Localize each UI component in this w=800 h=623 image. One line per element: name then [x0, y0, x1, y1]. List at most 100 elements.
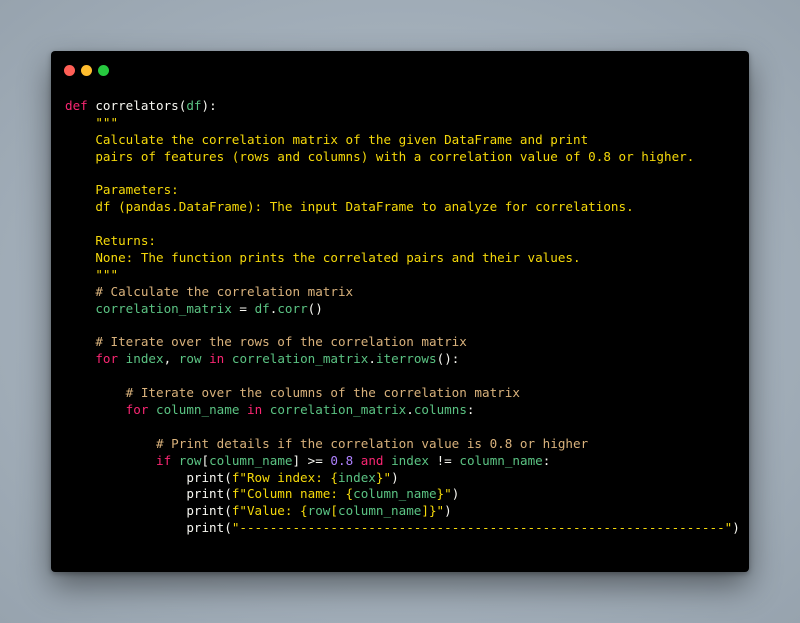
code-line: for column_name in correlation_matrix.co… [65, 402, 740, 419]
code-token: [ [330, 503, 338, 519]
code-token: Parameters: [65, 182, 179, 198]
code-token: >= [307, 452, 323, 468]
code-token: """ [65, 114, 119, 130]
code-token: f"Column name: { [231, 486, 354, 502]
code-token: f"Value: { [231, 503, 308, 519]
code-token: ) [451, 486, 460, 502]
code-token: in [201, 351, 232, 367]
code-line: if row[column_name] >= 0.8 and index != … [65, 453, 740, 470]
code-token: for [65, 351, 126, 367]
code-token: print( [65, 486, 232, 502]
code-line: pairs of features (rows and columns) wit… [65, 149, 740, 166]
code-token: : [466, 402, 475, 418]
code-token: # Iterate over the rows of the correlati… [65, 334, 467, 350]
code-line: # Print details if the correlation value… [65, 436, 740, 453]
code-line: print(f"Column name: {column_name}") [65, 486, 740, 503]
code-token: print( [65, 520, 232, 536]
code-token: != [429, 452, 460, 468]
code-token: df [254, 300, 270, 316]
code-token: () [307, 300, 323, 316]
code-token: column_name [459, 452, 543, 468]
code-line: # Iterate over the columns of the correl… [65, 385, 740, 402]
code-token: df [186, 98, 202, 113]
code-token: = [231, 300, 255, 316]
code-token: if [65, 452, 179, 468]
code-token: def [65, 98, 96, 113]
code-line: Calculate the correlation matrix of the … [65, 132, 740, 149]
code-token: # Calculate the correlation matrix [65, 283, 354, 299]
code-line: print("---------------------------------… [65, 520, 740, 537]
code-token: correlation_matrix [231, 351, 369, 367]
code-token: for [65, 402, 156, 418]
code-token: column_name [209, 452, 293, 468]
code-token: column_name [337, 503, 422, 519]
code-token: df (pandas.DataFrame): The input DataFra… [65, 199, 634, 215]
code-token: column_name [156, 402, 240, 418]
code-token: ) [444, 503, 452, 519]
close-dot-icon[interactable] [64, 65, 75, 76]
code-token: row [178, 351, 202, 367]
code-line: for index, row in correlation_matrix.ite… [65, 351, 740, 368]
code-line: def correlators(df): [65, 98, 740, 115]
code-token: # Iterate over the columns of the correl… [65, 385, 520, 401]
code-token: (): [436, 351, 460, 367]
code-token: print( [65, 503, 232, 519]
code-line: Returns: [65, 233, 740, 250]
code-token: correlation_matrix [269, 402, 407, 418]
code-line: df (pandas.DataFrame): The input DataFra… [65, 199, 740, 216]
code-token: in [239, 402, 270, 418]
code-token: 0.8 [330, 452, 354, 468]
code-token: row [178, 452, 202, 468]
code-token: }" [375, 469, 392, 485]
code-token: ]}" [421, 503, 445, 519]
code-token: f"Row index: { [231, 469, 338, 485]
code-line: """ [65, 267, 740, 284]
code-token: index [391, 452, 430, 468]
code-token: columns [413, 402, 467, 418]
code-token: corr [277, 300, 308, 316]
code-token: index [337, 469, 376, 485]
minimize-dot-icon[interactable] [81, 65, 92, 76]
code-token: column_name [353, 486, 437, 502]
code-token: correlation_matrix [65, 300, 232, 316]
code-token: index [125, 351, 164, 367]
code-token: ) [732, 520, 740, 536]
code-line: print(f"Value: {row[column_name]}") [65, 503, 740, 520]
code-token: . [368, 351, 376, 367]
code-token: and [353, 452, 392, 468]
code-token: ) [391, 469, 399, 485]
code-token: : [542, 452, 551, 468]
code-token: iterrows [375, 351, 437, 367]
code-token: [ [201, 452, 210, 468]
code-token: Calculate the correlation matrix of the … [65, 131, 589, 147]
code-line: correlation_matrix = df.corr() [65, 301, 740, 318]
code-token: row [307, 503, 331, 519]
window-controls [64, 65, 109, 76]
code-line: # Iterate over the rows of the correlati… [65, 334, 740, 351]
code-token: "---------------------------------------… [231, 520, 733, 536]
code-token: pairs of features (rows and columns) wit… [65, 148, 695, 164]
code-line: # Calculate the correlation matrix [65, 284, 740, 301]
code-line: Parameters: [65, 182, 740, 199]
code-window: def correlators(df): """ Calculate the c… [51, 51, 749, 572]
code-token: # Print details if the correlation value… [65, 435, 589, 451]
code-token: , [163, 351, 179, 367]
code-token: correlators( [95, 98, 187, 113]
code-token: Returns: [65, 233, 156, 249]
code-token: None: The function prints the correlated… [65, 250, 581, 266]
code-token: print( [65, 469, 232, 485]
code-token: }" [436, 486, 452, 502]
maximize-dot-icon[interactable] [98, 65, 109, 76]
code-block: def correlators(df): """ Calculate the c… [65, 98, 740, 537]
code-line: print(f"Row index: {index}") [65, 470, 740, 487]
code-token: ): [201, 98, 217, 113]
code-line: None: The function prints the correlated… [65, 250, 740, 267]
code-token: ] [292, 452, 308, 468]
code-line: """ [65, 115, 740, 132]
code-token: . [406, 402, 414, 418]
